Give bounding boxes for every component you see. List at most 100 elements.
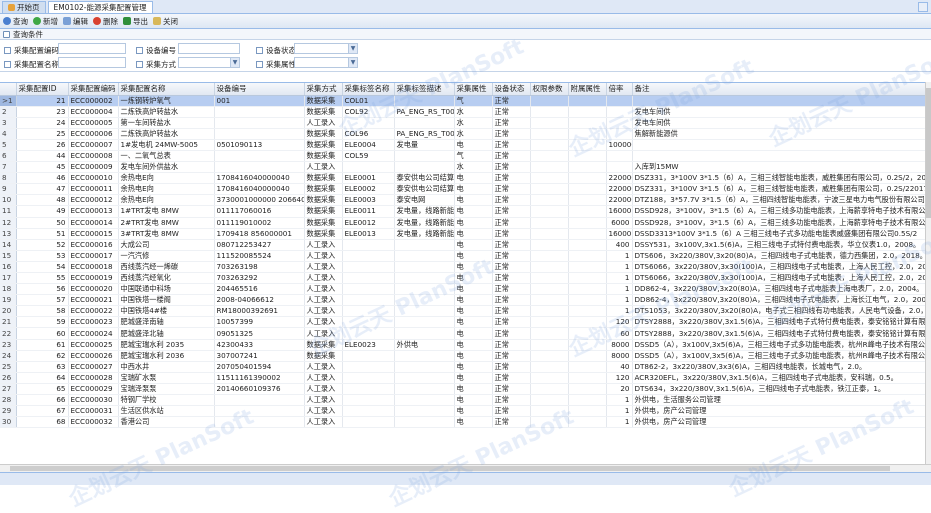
device-code-input[interactable] <box>178 43 240 54</box>
table-row[interactable]: 15 53 ECC000017 一汽汽修 111520085524 人工录入 电正常 1 DTS… <box>0 250 925 262</box>
cell-extra-attr <box>568 106 607 118</box>
header-permission[interactable]: 权限参数 <box>530 83 569 96</box>
table-row[interactable]: 25 63 ECC000027 中西水井 207050401594 人工录入 电正常 40 DT… <box>0 361 925 373</box>
cell-note: DT862-2，3x220/380V,3x3(6)A，三相四线电能表，长城电气，… <box>632 361 925 373</box>
delete-button[interactable]: 删除 <box>93 16 118 27</box>
header-tag-desc[interactable]: 采集标签描述 <box>394 83 455 96</box>
cell-config-id: 45 <box>16 161 69 174</box>
header-rate[interactable]: 倍率 <box>606 83 633 96</box>
config-name-checkbox[interactable] <box>4 61 11 68</box>
row-number: 4 <box>0 128 17 140</box>
collect-attr-select[interactable]: ▼ <box>294 57 358 68</box>
cell-collect-mode: 数据采集 <box>304 128 343 140</box>
header-device-code[interactable]: 设备编号 <box>214 83 305 96</box>
export-button[interactable]: 导出 <box>123 16 148 27</box>
tab-menu-button[interactable] <box>918 2 928 12</box>
filter-device-code[interactable]: 设备编号 <box>136 45 176 56</box>
cell-config-code: ECC000032 <box>68 416 119 429</box>
collect-mode-checkbox[interactable] <box>136 61 143 68</box>
cell-tag-name: COL92 <box>342 106 395 118</box>
table-row[interactable]: 21 59 ECC000023 肥城盛泽南轴 10057399 人工录入 电正常 120 DTS… <box>0 316 925 329</box>
table-row[interactable]: 19 57 ECC000021 中国铁塔一楼阁 2008-04066612 人工录入 电正常… <box>0 294 925 307</box>
table-row[interactable]: 6 44 ECC000008 一、二氧气总表 数据采集 COL59 气正常 <box>0 150 925 163</box>
cell-note: DD862-4，3x220/380V,3x20(80)A，三相四线电子式电能表，… <box>632 294 925 307</box>
cell-permission <box>530 95 569 107</box>
header-note[interactable]: 备注 <box>632 83 925 96</box>
table-row[interactable]: 23 61 ECC000025 肥城宝瑞水利 2035 42300433 数据采集 ELE0… <box>0 339 925 351</box>
horizontal-scroll-thumb[interactable] <box>10 466 890 471</box>
table-row[interactable]: 16 54 ECC000018 西线蒸汽经一烯碳 703263198 人工录入 电正常 1 DT… <box>0 261 925 274</box>
tab-home[interactable]: 开始页 <box>2 1 46 13</box>
table-row[interactable]: 11 49 ECC000013 1#TRT发电 8MW 011117060016 数据采集… <box>0 205 925 218</box>
cell-config-name: 中国铁塔4#楼 <box>118 305 215 318</box>
cell-config-id: 55 <box>16 272 69 285</box>
config-code-checkbox[interactable] <box>4 47 11 54</box>
cell-note: DTZ188，3*57.7V 3*1.5（6）A，三相四线智能电能表，宁波三星电… <box>632 194 925 207</box>
config-name-input[interactable] <box>58 57 126 68</box>
table-row[interactable]: 9 47 ECC000011 余热电E向 1708416040000040 数据采集 ELE… <box>0 183 925 196</box>
collect-mode-select[interactable]: ▼ <box>178 57 240 68</box>
collect-attr-checkbox[interactable] <box>256 61 263 68</box>
table-row[interactable]: 3 24 ECC000005 第一车间转盐水 人工录入 水正常 发电车间供 <box>0 117 925 129</box>
header-collect-attr[interactable]: 采集属性 <box>454 83 493 96</box>
device-code-checkbox[interactable] <box>136 47 143 54</box>
table-row[interactable]: 24 62 ECC000026 肥城宝瑞水利 2036 307007241 数据采集 电正常… <box>0 350 925 362</box>
vertical-scrollbar[interactable] <box>925 82 931 464</box>
add-button[interactable]: 新增 <box>33 16 58 27</box>
edit-button[interactable]: 编辑 <box>63 16 88 27</box>
cell-device-status: 正常 <box>492 250 531 262</box>
cell-collect-attr: 电 <box>454 294 493 307</box>
table-row[interactable]: 28 66 ECC000030 特钢厂学校 人工录入 电正常 1 外供电，生活服务公司管理 <box>0 394 925 407</box>
horizontal-scrollbar[interactable] <box>0 464 931 472</box>
header-tag-name[interactable]: 采集标签名称 <box>342 83 395 96</box>
filter-device-status[interactable]: 设备状态 <box>256 45 296 56</box>
table-row[interactable]: 22 60 ECC000024 肥城盛泽北轴 09051325 人工录入电正常 60 DTSY… <box>0 327 925 340</box>
tab-energy-config[interactable]: EM0102-能源采集配置管理 <box>47 1 153 13</box>
header-extra-attr[interactable]: 附属属性 <box>568 83 607 96</box>
table-row[interactable]: 7 45 ECC000009 发电车间外供盐水 人工录入 水正常 入库到15MW <box>0 161 925 174</box>
table-row[interactable]: 14 52 ECC000016 大成公司 080712253427 人工录入 电正常 400 D… <box>0 239 925 251</box>
filter-collect-mode[interactable]: 采集方式 <box>136 59 176 70</box>
table-row[interactable]: 8 46 ECC000010 余热电E向 1708416040000040 数据采集 ELE… <box>0 172 925 185</box>
cell-permission <box>530 327 569 340</box>
query-button[interactable]: 查询 <box>3 16 28 27</box>
cell-device-status: 正常 <box>492 316 531 329</box>
query-section-header[interactable]: 查询条件 <box>0 29 931 40</box>
header-config-code[interactable]: 采集配置编码 <box>68 83 119 96</box>
table-row[interactable]: 2 23 ECC000004 二炼铁高炉转盐水 数据采集 COL92 PA_ENG_RS_T… <box>0 106 925 118</box>
cell-config-name: 宝瑞矿水泵 <box>118 372 215 384</box>
table-row[interactable]: >1 21 ECC000002 一炼钢转炉氧气 001 数据采集 COL01 气正常 <box>0 95 925 107</box>
config-code-input[interactable] <box>58 43 126 54</box>
table-row[interactable]: 5 26 ECC000007 1#发电机 24MW-5005 0501090113 数据采… <box>0 139 925 151</box>
table-row[interactable]: 17 55 ECC000019 西线蒸汽经氧化 703263292 人工录入 电正常 1 DTS… <box>0 272 925 285</box>
close-button[interactable]: 关闭 <box>153 16 178 27</box>
filter-config-code[interactable]: 采集配置编码 <box>4 45 59 56</box>
cell-tag-desc <box>394 239 455 251</box>
filter-config-name[interactable]: 采集配置名称 <box>4 59 59 70</box>
table-row[interactable]: 30 68 ECC000032 香港公司 人工录入 电正常 1 外供电，房产公司管理 <box>0 416 925 429</box>
table-row[interactable]: 29 67 ECC000031 生活区供水站 人工录入 电正常 1 外供电，房产公司管理 <box>0 405 925 418</box>
header-config-id[interactable]: 采集配置ID <box>16 83 69 96</box>
cell-collect-attr: 电 <box>454 316 493 329</box>
table-row[interactable]: 1048ECC000012余热电E向3730001000000 20664036… <box>0 194 925 207</box>
table-row[interactable]: 26 64 ECC000028 宝瑞矿水泵 11511161390002 人工录入 电正常 1… <box>0 372 925 384</box>
header-config-name[interactable]: 采集配置名称 <box>118 83 215 96</box>
device-status-checkbox[interactable] <box>256 47 263 54</box>
cell-collect-attr: 气 <box>454 95 493 107</box>
table-row[interactable]: 13 51 ECC000015 3#TRT发电 8MW 1709418 85600000… <box>0 228 925 240</box>
table-row[interactable]: 18 56 ECC000020 中国联通中科场 204465516 人工录入 电正常 1 DD8… <box>0 283 925 296</box>
cell-collect-attr: 电 <box>454 350 493 362</box>
table-row[interactable]: 20 58 ECC000022 中国铁塔4#楼 RM18000392691 人工录入 电正常… <box>0 305 925 318</box>
vertical-scroll-thumb[interactable] <box>926 88 931 218</box>
row-number: 30 <box>0 416 17 429</box>
table-row[interactable]: 27 65 ECC000029 宝瑞泽泵泵 20140660109376 人工录入 电正常 2… <box>0 383 925 396</box>
header-collect-mode[interactable]: 采集方式 <box>304 83 343 96</box>
cell-device-status: 正常 <box>492 194 531 207</box>
filter-collect-attr[interactable]: 采集属性 <box>256 59 296 70</box>
header-device-status[interactable]: 设备状态 <box>492 83 531 96</box>
cell-note: DTSY2888，3x220/380V,3x1.5(6)A，三相四线电子式特付费… <box>632 327 925 340</box>
device-status-select[interactable]: ▼ <box>294 43 358 54</box>
cell-extra-attr <box>568 239 607 251</box>
table-row[interactable]: 4 25 ECC000006 二炼铁高炉转盐水 数据采集 COL96 PA_ENG_RS_T… <box>0 128 925 140</box>
table-row[interactable]: 12 50 ECC000014 2#TRT发电 8MW 011119010002 数据采集… <box>0 217 925 229</box>
